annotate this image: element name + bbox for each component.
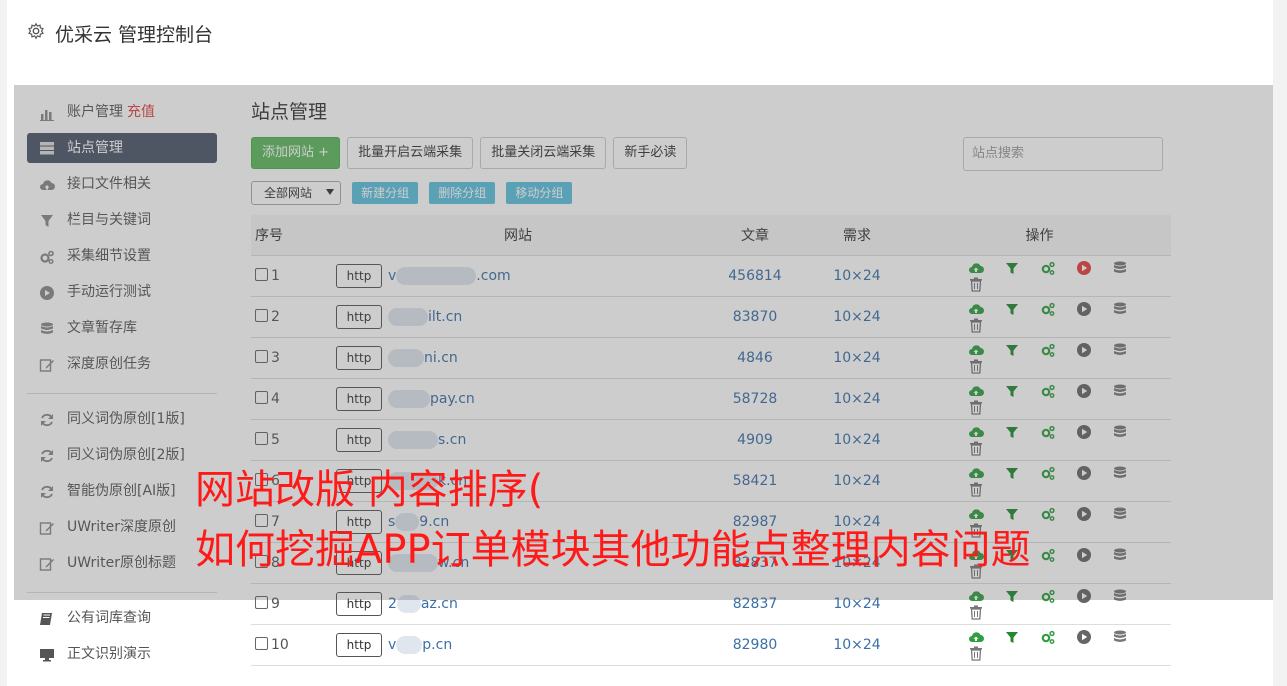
- play-icon[interactable]: [1076, 629, 1092, 645]
- site-prefix[interactable]: v: [388, 637, 396, 653]
- dim-overlay: [14, 85, 1273, 600]
- sidebar-item-label: 正文识别演示: [67, 646, 151, 662]
- trash-icon[interactable]: [968, 645, 984, 661]
- sidebar-item[interactable]: 正文识别演示: [27, 639, 217, 675]
- row-index-cell: 10: [251, 624, 332, 666]
- sidebar-item[interactable]: 公有词库查询: [27, 603, 217, 639]
- table-row: 10 http v p.cn 82980 10×24: [251, 624, 1171, 666]
- monitor-icon: [40, 649, 54, 662]
- site-cell: http v p.cn: [332, 624, 704, 666]
- articles-count[interactable]: 82980: [704, 624, 806, 666]
- row-checkbox[interactable]: [255, 637, 268, 650]
- settings-icon[interactable]: [1040, 629, 1056, 645]
- trash-icon[interactable]: [968, 604, 984, 620]
- ops-cell: [908, 624, 1171, 666]
- overlay-caption-line2: 如何挖掘APP订单模块其他功能点整理内容问题: [195, 527, 1031, 573]
- site-suffix[interactable]: p.cn: [422, 637, 452, 653]
- top-bar: 优采云 管理控制台: [7, 0, 1273, 73]
- upload-icon[interactable]: [968, 629, 984, 645]
- sidebar-item-label: 公有词库查询: [67, 610, 151, 626]
- redaction-mask: [396, 636, 423, 654]
- overlay-caption-line1: 网站改版 内容排序(: [195, 467, 544, 513]
- app-title: 优采云 管理控制台: [55, 24, 214, 46]
- gear-icon[interactable]: [27, 22, 45, 40]
- book-icon: [40, 613, 52, 625]
- protocol-badge: http: [336, 633, 382, 657]
- demand-value[interactable]: 10×24: [806, 624, 908, 666]
- row-index: 10: [271, 637, 289, 653]
- filter-icon[interactable]: [1004, 629, 1020, 645]
- database-icon[interactable]: [1112, 629, 1128, 645]
